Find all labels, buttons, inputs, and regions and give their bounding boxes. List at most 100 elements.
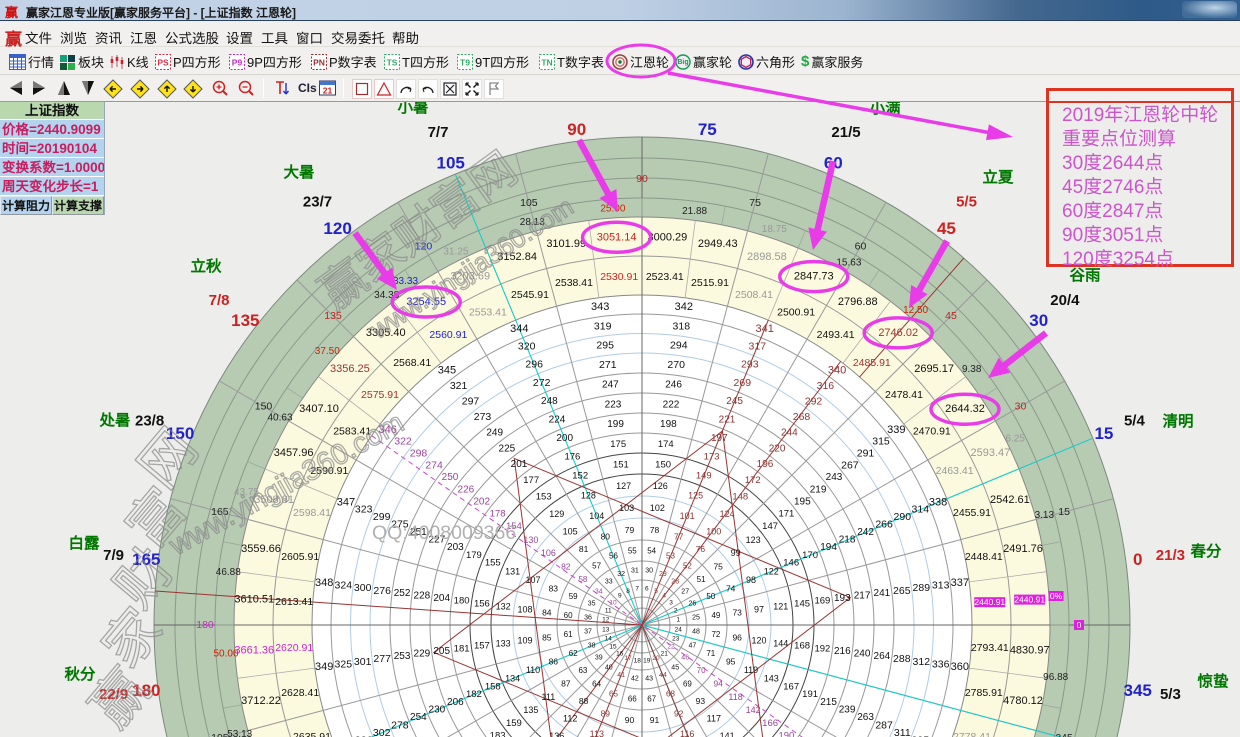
svg-text:181: 181: [454, 643, 470, 654]
svg-text:178: 178: [490, 509, 506, 520]
svg-text:2568.41: 2568.41: [393, 357, 431, 369]
svg-text:246: 246: [665, 380, 682, 391]
svg-text:81: 81: [579, 544, 589, 554]
svg-text:78: 78: [650, 525, 660, 535]
svg-text:113: 113: [590, 729, 604, 737]
svg-text:10: 10: [609, 599, 617, 606]
svg-text:229: 229: [414, 649, 431, 660]
svg-text:53: 53: [666, 552, 675, 561]
svg-text:194: 194: [820, 542, 837, 553]
svg-text:0: 0: [1077, 620, 1082, 630]
svg-text:319: 319: [594, 320, 612, 332]
svg-text:159: 159: [506, 718, 522, 729]
svg-text:146: 146: [783, 558, 799, 569]
svg-text:8: 8: [626, 588, 630, 595]
svg-text:32: 32: [617, 571, 625, 578]
svg-text:156: 156: [474, 598, 490, 609]
svg-text:50.00: 50.00: [213, 649, 238, 660]
svg-text:12: 12: [602, 617, 610, 624]
svg-text:295: 295: [596, 340, 614, 352]
svg-text:12.50: 12.50: [903, 305, 928, 316]
svg-text:75: 75: [713, 562, 723, 572]
svg-text:266: 266: [875, 519, 893, 531]
svg-text:75: 75: [698, 120, 717, 139]
svg-text:128: 128: [581, 491, 596, 501]
svg-text:80: 80: [601, 531, 611, 541]
svg-text:120: 120: [751, 635, 766, 645]
svg-text:142: 142: [746, 705, 761, 715]
svg-text:53.13: 53.13: [227, 729, 252, 737]
svg-text:287: 287: [875, 719, 893, 731]
svg-text:318: 318: [673, 320, 691, 332]
svg-text:2644.32: 2644.32: [945, 403, 985, 415]
svg-text:54: 54: [647, 547, 656, 556]
svg-text:4: 4: [662, 593, 666, 600]
svg-text:7/7: 7/7: [428, 124, 449, 141]
svg-text:17: 17: [624, 655, 632, 662]
svg-text:277: 277: [373, 653, 391, 665]
svg-text:265: 265: [893, 585, 911, 597]
svg-text:5/3: 5/3: [1160, 686, 1181, 703]
svg-text:109: 109: [517, 635, 532, 645]
svg-text:51: 51: [697, 575, 706, 584]
svg-text:248: 248: [541, 396, 558, 407]
svg-text:9: 9: [618, 593, 622, 600]
svg-text:处暑: 处暑: [98, 412, 130, 430]
svg-text:169: 169: [814, 596, 830, 607]
svg-text:28: 28: [671, 578, 679, 585]
svg-text:68: 68: [666, 689, 675, 698]
svg-text:34: 34: [595, 588, 603, 595]
svg-text:126: 126: [653, 481, 668, 491]
svg-text:317: 317: [749, 341, 767, 353]
svg-text:240: 240: [854, 649, 871, 660]
svg-text:110: 110: [526, 665, 540, 675]
svg-text:183: 183: [490, 730, 506, 737]
svg-text:223: 223: [605, 399, 622, 410]
svg-text:3559.66: 3559.66: [241, 543, 281, 555]
svg-text:47: 47: [689, 642, 697, 649]
svg-text:20/4: 20/4: [1050, 292, 1080, 309]
svg-text:23/7: 23/7: [303, 194, 332, 211]
svg-text:274: 274: [425, 460, 443, 472]
svg-text:40.63: 40.63: [267, 413, 292, 424]
svg-text:2478.41: 2478.41: [885, 389, 923, 401]
svg-text:50: 50: [706, 592, 715, 601]
svg-text:337: 337: [951, 577, 969, 589]
svg-text:48: 48: [692, 629, 700, 636]
svg-text:2628.41: 2628.41: [281, 687, 319, 699]
svg-text:61: 61: [564, 630, 573, 639]
svg-text:206: 206: [447, 697, 464, 708]
svg-text:289: 289: [913, 582, 931, 594]
svg-text:270: 270: [667, 359, 685, 371]
svg-text:89: 89: [601, 709, 611, 719]
svg-text:2949.43: 2949.43: [698, 238, 738, 250]
svg-text:27: 27: [681, 588, 689, 595]
svg-text:2470.91: 2470.91: [913, 425, 951, 437]
svg-text:168: 168: [794, 641, 810, 652]
svg-text:60: 60: [824, 154, 843, 173]
svg-text:清明: 清明: [1162, 413, 1193, 431]
svg-text:292: 292: [805, 396, 823, 408]
svg-text:PS: PS: [157, 57, 169, 67]
svg-text:3051.14: 3051.14: [597, 231, 637, 243]
svg-text:75: 75: [749, 197, 761, 209]
svg-text:172: 172: [745, 475, 761, 486]
svg-text:301: 301: [354, 656, 372, 668]
svg-text:2545.91: 2545.91: [511, 289, 549, 301]
svg-text:21/3: 21/3: [1156, 547, 1185, 564]
svg-text:79: 79: [625, 525, 635, 535]
svg-text:46: 46: [681, 655, 689, 662]
svg-text:316: 316: [817, 380, 835, 392]
svg-text:29: 29: [659, 571, 667, 578]
svg-text:7/8: 7/8: [209, 292, 230, 309]
svg-text:108: 108: [517, 605, 532, 615]
svg-text:144: 144: [773, 638, 788, 648]
svg-text:63: 63: [578, 666, 587, 675]
svg-text:311: 311: [894, 727, 911, 737]
svg-text:190: 190: [778, 730, 794, 737]
svg-text:290: 290: [894, 511, 912, 523]
svg-text:立夏: 立夏: [982, 169, 1014, 187]
svg-text:321: 321: [450, 380, 468, 392]
svg-text:105: 105: [520, 197, 538, 209]
svg-text:215: 215: [820, 697, 837, 708]
